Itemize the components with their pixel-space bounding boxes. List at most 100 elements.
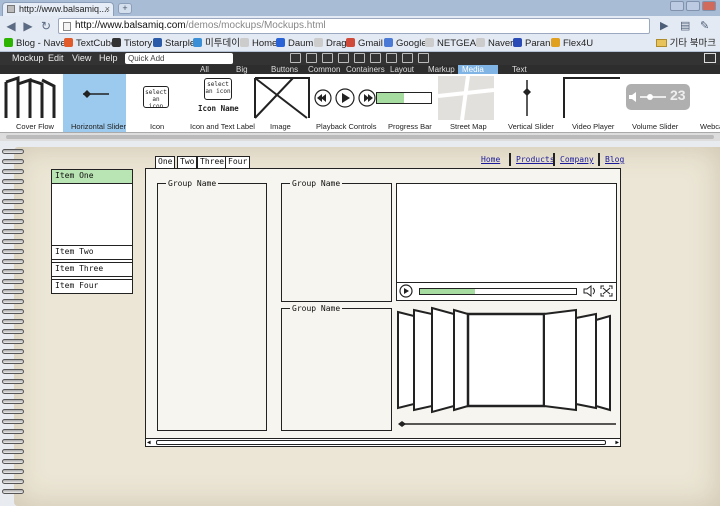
library-item-cover-flow[interactable]: Cover Flow bbox=[0, 74, 62, 132]
video-progress-bar[interactable] bbox=[419, 288, 577, 295]
library-item-webcam[interactable]: Webca bbox=[696, 74, 720, 132]
bookmark-paran[interactable]: Paran bbox=[513, 38, 550, 50]
mock-tab-four[interactable]: Four bbox=[225, 156, 251, 168]
menu-view[interactable]: View bbox=[72, 53, 91, 64]
category-containers[interactable]: Containers bbox=[342, 65, 389, 74]
mock-list-item[interactable]: Item Four bbox=[51, 279, 133, 294]
fullscreen-icon[interactable] bbox=[704, 53, 716, 63]
library-item-icon[interactable]: select an icon Icon bbox=[130, 74, 182, 132]
bookmark-textcube[interactable]: TextCube bbox=[64, 38, 116, 50]
category-common[interactable]: Common bbox=[304, 65, 344, 74]
bookmark-starple[interactable]: Starple bbox=[153, 38, 195, 50]
library-item-progress-bar[interactable]: Progress Bar bbox=[374, 74, 434, 132]
bookmark-netgear[interactable]: NETGEAR bbox=[425, 38, 483, 50]
bookmark-label: Home bbox=[252, 38, 278, 49]
mock-video-player[interactable] bbox=[396, 183, 617, 301]
quick-add-input[interactable]: Quick Add bbox=[125, 53, 233, 64]
library-item-video-player[interactable]: Video Player bbox=[560, 74, 624, 132]
library-scrollbar[interactable] bbox=[0, 132, 720, 141]
bookmark-blog-naver[interactable]: Blog - Naver bbox=[4, 38, 69, 50]
category-text[interactable]: Text bbox=[508, 65, 531, 74]
library-item-image[interactable]: Image bbox=[250, 74, 312, 132]
library-scroll-thumb[interactable] bbox=[6, 135, 714, 139]
volume-overlay: 23 bbox=[626, 84, 690, 110]
copy-icon[interactable] bbox=[354, 53, 365, 63]
bookmark-me2day[interactable]: 미투데이 bbox=[193, 38, 240, 50]
minimize-button[interactable] bbox=[670, 1, 684, 11]
bookmark-label: 미투데이 bbox=[205, 38, 240, 49]
scroll-thumb[interactable] bbox=[156, 440, 606, 445]
maximize-button[interactable] bbox=[686, 1, 700, 11]
mock-link-blog[interactable]: Blog bbox=[605, 155, 624, 164]
mock-link-company[interactable]: Company bbox=[560, 155, 594, 164]
category-buttons[interactable]: Buttons bbox=[267, 65, 302, 74]
bookmark-icon bbox=[276, 38, 285, 47]
category-all[interactable]: All bbox=[196, 65, 213, 74]
bookmark-home[interactable]: Home bbox=[240, 38, 277, 50]
library-item-playback-controls[interactable]: Playback Controls bbox=[312, 74, 376, 132]
bookmark-tistory[interactable]: Tistory bbox=[112, 38, 152, 50]
mock-link-products[interactable]: Products bbox=[516, 155, 555, 164]
bookmark-google[interactable]: Google bbox=[384, 38, 427, 50]
close-tab-icon[interactable]: × bbox=[105, 3, 110, 15]
back-arrow-icon[interactable]: ◀ bbox=[3, 19, 19, 33]
library-item-vertical-slider[interactable]: Vertical Slider bbox=[498, 74, 560, 132]
menu-edit[interactable]: Edit bbox=[48, 53, 64, 64]
address-bar[interactable]: http://www.balsamiq.com/demos/mockups/Mo… bbox=[58, 18, 650, 34]
mock-link-home[interactable]: Home bbox=[481, 155, 500, 164]
new-tab-button[interactable]: + bbox=[118, 3, 132, 14]
image-thumbnail-icon bbox=[254, 77, 310, 119]
mock-tab-two[interactable]: Two bbox=[177, 156, 198, 168]
open-icon[interactable] bbox=[306, 53, 317, 63]
new-icon[interactable] bbox=[290, 53, 301, 63]
play-icon[interactable] bbox=[399, 284, 413, 298]
library-item-icon-text-label[interactable]: select an icon Icon Name Icon and Text L… bbox=[186, 74, 255, 132]
mock-group-box[interactable]: Group Name bbox=[281, 179, 392, 302]
menu-help[interactable]: Help bbox=[99, 53, 118, 64]
paste-icon[interactable] bbox=[370, 53, 381, 63]
category-media[interactable]: Media bbox=[458, 65, 498, 74]
mock-tab-one[interactable]: One bbox=[155, 156, 176, 168]
reload-icon[interactable]: ↻ bbox=[38, 19, 54, 33]
vertical-slider-thumbnail-icon bbox=[523, 80, 531, 116]
scroll-left-icon[interactable]: ◀ bbox=[147, 439, 151, 446]
video-player-thumbnail-icon bbox=[563, 77, 620, 118]
edit-icon[interactable] bbox=[386, 53, 397, 63]
save-icon[interactable] bbox=[322, 53, 333, 63]
category-markup[interactable]: Markup bbox=[424, 65, 459, 74]
menu-mockup[interactable]: Mockup bbox=[12, 53, 44, 64]
category-big[interactable]: Big bbox=[232, 65, 252, 74]
close-window-button[interactable] bbox=[702, 1, 716, 11]
mock-tab-three[interactable]: Three bbox=[197, 156, 228, 168]
mock-group-box[interactable]: Group Name bbox=[157, 179, 267, 431]
mock-list-item[interactable]: Item Three bbox=[51, 262, 133, 277]
page-menu-icon[interactable]: ▤ bbox=[680, 19, 690, 32]
fullscreen-video-icon[interactable] bbox=[600, 285, 613, 297]
mock-horizontal-scrollbar[interactable]: ◀ ▶ bbox=[146, 438, 620, 446]
bookmark-icon bbox=[314, 38, 323, 47]
bookmark-naver[interactable]: Naver bbox=[476, 38, 513, 50]
go-icon[interactable]: ▶ bbox=[660, 19, 668, 32]
category-layout[interactable]: Layout bbox=[386, 65, 418, 74]
bookmark-gmail[interactable]: Gmail bbox=[346, 38, 383, 50]
library-item-street-map[interactable]: Street Map bbox=[434, 74, 498, 132]
url-path: /demos/mockups/Mockups.html bbox=[185, 20, 326, 31]
lock-icon[interactable] bbox=[418, 53, 429, 63]
library-item-volume-slider[interactable]: 23 Volume Slider bbox=[624, 74, 690, 132]
scroll-right-icon[interactable]: ▶ bbox=[615, 439, 619, 446]
volume-icon[interactable] bbox=[583, 285, 597, 297]
mock-cover-flow[interactable] bbox=[396, 306, 620, 430]
bookmark-daum[interactable]: Daum bbox=[276, 38, 313, 50]
cut-icon[interactable] bbox=[338, 53, 349, 63]
mock-list-item[interactable]: Item One bbox=[51, 169, 133, 184]
library-item-horizontal-slider[interactable]: Horizontal Slider bbox=[63, 74, 126, 132]
forward-arrow-icon[interactable]: ▶ bbox=[20, 19, 36, 33]
wrench-icon[interactable]: ✎ bbox=[700, 19, 709, 32]
group-icon[interactable] bbox=[402, 53, 413, 63]
mock-group-box[interactable]: Group Name bbox=[281, 304, 392, 431]
other-bookmarks[interactable]: 기타 북마크 bbox=[655, 38, 716, 50]
mock-list-item[interactable]: Item Two bbox=[51, 245, 133, 260]
bookmark-flex4u[interactable]: Flex4U bbox=[551, 38, 593, 50]
browser-tab[interactable]: http://www.balsamiq.... × bbox=[2, 2, 114, 16]
bookmark-drag[interactable]: Drag bbox=[314, 38, 347, 50]
